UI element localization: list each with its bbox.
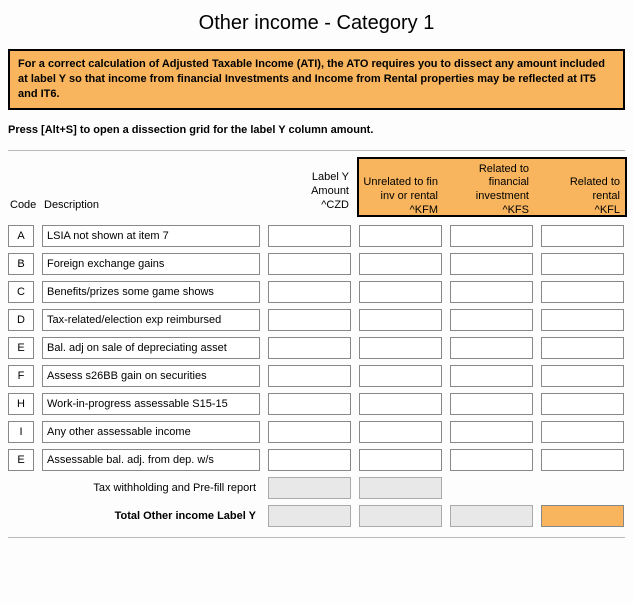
label-y-input[interactable]: [268, 421, 351, 443]
header-unrelated-1: Unrelated to fin: [363, 176, 438, 190]
total-related-rental[interactable]: [541, 505, 624, 527]
description-box[interactable]: Assess s26BB gain on securities: [42, 365, 260, 387]
total-label: Total Other income Label Y: [42, 510, 260, 522]
unrelated-input[interactable]: [359, 281, 442, 303]
related-fin-input[interactable]: [450, 253, 533, 275]
related-fin-input[interactable]: [450, 365, 533, 387]
code-box[interactable]: I: [8, 421, 34, 443]
description-box[interactable]: Benefits/prizes some game shows: [42, 281, 260, 303]
code-box[interactable]: C: [8, 281, 34, 303]
header-relrent-3: ^KFL: [595, 204, 620, 218]
header-unrelated: Unrelated to fin inv or rental ^KFM: [359, 159, 442, 222]
related-rental-input[interactable]: [541, 253, 624, 275]
description-box[interactable]: LSIA not shown at item 7: [42, 225, 260, 247]
label-y-input[interactable]: [268, 253, 351, 275]
tax-withholding-labely: [268, 477, 351, 499]
header-labely-3: ^CZD: [321, 199, 349, 213]
header-unrelated-3: ^KFM: [410, 204, 438, 218]
warning-box: For a correct calculation of Adjusted Ta…: [8, 49, 625, 110]
code-box[interactable]: E: [8, 449, 34, 471]
highlight-header-group: Unrelated to fin inv or rental ^KFM Rela…: [357, 157, 627, 217]
code-box[interactable]: A: [8, 225, 34, 247]
tax-withholding-unrelated: [359, 477, 442, 499]
related-rental-input[interactable]: [541, 365, 624, 387]
page-title: Other income - Category 1: [8, 12, 625, 35]
total-unrelated: [359, 505, 442, 527]
data-grid: A LSIA not shown at item 7 B Foreign exchan…: [8, 225, 625, 527]
code-box[interactable]: E: [8, 337, 34, 359]
related-fin-input[interactable]: [450, 281, 533, 303]
related-rental-input[interactable]: [541, 337, 624, 359]
code-box[interactable]: D: [8, 309, 34, 331]
related-fin-input[interactable]: [450, 309, 533, 331]
label-y-input[interactable]: [268, 225, 351, 247]
related-rental-input[interactable]: [541, 449, 624, 471]
header-relrent-2: rental: [592, 190, 620, 204]
related-rental-input[interactable]: [541, 281, 624, 303]
related-fin-input[interactable]: [450, 337, 533, 359]
unrelated-input[interactable]: [359, 337, 442, 359]
instruction-text: Press [Alt+S] to open a dissection grid …: [8, 124, 625, 136]
divider-bottom: [8, 537, 625, 538]
code-box[interactable]: H: [8, 393, 34, 415]
unrelated-input[interactable]: [359, 309, 442, 331]
total-related-fin: [450, 505, 533, 527]
header-relfin-4: ^KFS: [502, 204, 529, 218]
related-rental-input[interactable]: [541, 421, 624, 443]
header-relrent-1: Related to: [570, 176, 620, 190]
description-box[interactable]: Foreign exchange gains: [42, 253, 260, 275]
related-fin-input[interactable]: [450, 225, 533, 247]
header-desc-label: Description: [44, 199, 99, 213]
label-y-input[interactable]: [268, 449, 351, 471]
unrelated-input[interactable]: [359, 365, 442, 387]
related-rental-input[interactable]: [541, 393, 624, 415]
description-box[interactable]: Bal. adj on sale of depreciating asset: [42, 337, 260, 359]
divider: [8, 150, 625, 151]
unrelated-input[interactable]: [359, 449, 442, 471]
header-unrelated-2: inv or rental: [381, 190, 438, 204]
related-fin-input[interactable]: [450, 421, 533, 443]
total-labely: [268, 505, 351, 527]
table-header: Code Description Label Y Amount ^CZD Unr…: [8, 157, 625, 217]
code-box[interactable]: B: [8, 253, 34, 275]
header-related-rental: Related to rental ^KFL: [541, 159, 624, 222]
header-labely-2: Amount: [311, 185, 349, 199]
header-code: Code: [8, 157, 34, 217]
description-box[interactable]: Assessable bal. adj. from dep. w/s: [42, 449, 260, 471]
header-labely-1: Label Y: [312, 171, 349, 185]
header-relfin-1: Related to: [479, 163, 529, 177]
description-box[interactable]: Tax-related/election exp reimbursed: [42, 309, 260, 331]
unrelated-input[interactable]: [359, 421, 442, 443]
label-y-input[interactable]: [268, 337, 351, 359]
tax-withholding-label: Tax withholding and Pre-fill report: [42, 482, 260, 494]
related-fin-input[interactable]: [450, 393, 533, 415]
label-y-input[interactable]: [268, 365, 351, 387]
related-rental-input[interactable]: [541, 225, 624, 247]
unrelated-input[interactable]: [359, 225, 442, 247]
header-relfin-3: investment: [476, 190, 529, 204]
header-description: Description: [42, 157, 260, 217]
header-code-label: Code: [10, 199, 36, 213]
description-box[interactable]: Any other assessable income: [42, 421, 260, 443]
unrelated-input[interactable]: [359, 393, 442, 415]
related-rental-input[interactable]: [541, 309, 624, 331]
label-y-input[interactable]: [268, 281, 351, 303]
header-relfin-2: financial: [489, 176, 529, 190]
header-related-fin: Related to financial investment ^KFS: [450, 159, 533, 222]
header-label-y: Label Y Amount ^CZD: [268, 157, 351, 217]
label-y-input[interactable]: [268, 309, 351, 331]
related-fin-input[interactable]: [450, 449, 533, 471]
unrelated-input[interactable]: [359, 253, 442, 275]
description-box[interactable]: Work-in-progress assessable S15-15: [42, 393, 260, 415]
code-box[interactable]: F: [8, 365, 34, 387]
label-y-input[interactable]: [268, 393, 351, 415]
